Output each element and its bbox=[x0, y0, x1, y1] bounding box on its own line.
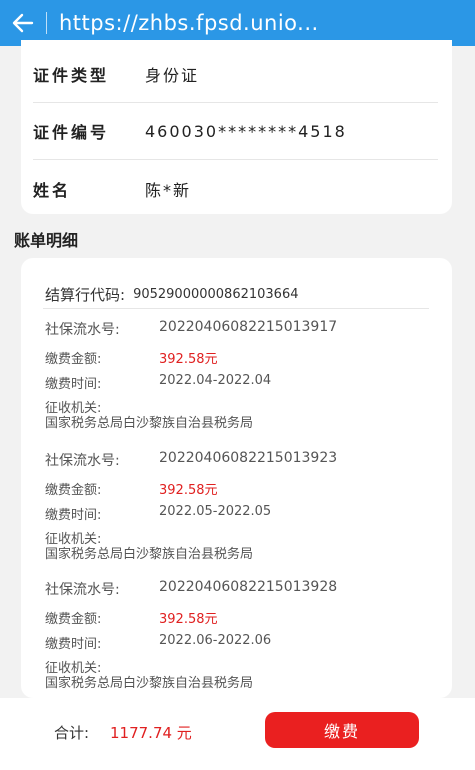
period-label: 缴费时间: bbox=[45, 508, 102, 523]
serial-value: 20220406082215013923 bbox=[159, 450, 338, 466]
doc-number-row: 证件编号 460030********4518 bbox=[33, 103, 438, 160]
amount-label: 缴费金额: bbox=[45, 352, 102, 367]
org-label: 征收机关: bbox=[45, 532, 102, 547]
toolbar-divider bbox=[46, 12, 47, 34]
amount-row: 缴费金额: 392.58元 bbox=[45, 479, 435, 498]
org-label: 征收机关: bbox=[45, 661, 102, 676]
org-value: 国家税务总局白沙黎族自治县税务局 bbox=[45, 416, 254, 431]
divider bbox=[43, 308, 429, 309]
settlement-code-row: 结算行代码: 90529000000862103664 bbox=[45, 284, 298, 305]
period-label: 缴费时间: bbox=[45, 377, 102, 392]
bill-record: 社保流水号: 20220406082215013917 缴费金额: 392.58… bbox=[45, 319, 435, 432]
amount-value: 392.58元 bbox=[159, 483, 218, 498]
period-row: 缴费时间: 2022.05-2022.05 bbox=[45, 504, 435, 523]
total-value: 1177.74 元 bbox=[110, 724, 192, 742]
amount-row: 缴费金额: 392.58元 bbox=[45, 348, 435, 367]
period-label: 缴费时间: bbox=[45, 637, 102, 652]
period-value: 2022.04-2022.04 bbox=[159, 373, 272, 388]
serial-value: 20220406082215013917 bbox=[159, 319, 338, 335]
period-row: 缴费时间: 2022.06-2022.06 bbox=[45, 633, 435, 652]
amount-row: 缴费金额: 392.58元 bbox=[45, 608, 435, 627]
bill-record: 社保流水号: 20220406082215013923 缴费金额: 392.58… bbox=[45, 450, 435, 563]
serial-label: 社保流水号: bbox=[45, 582, 120, 598]
org-label: 征收机关: bbox=[45, 401, 102, 416]
doc-type-value: 身份证 bbox=[145, 66, 200, 85]
amount-label: 缴费金额: bbox=[45, 612, 102, 627]
identity-card: 证件类型 身份证 证件编号 460030********4518 姓名 陈*新 bbox=[21, 40, 452, 214]
period-value: 2022.05-2022.05 bbox=[159, 504, 272, 519]
bill-card: 结算行代码: 90529000000862103664 社保流水号: 20220… bbox=[21, 258, 452, 698]
amount-value: 392.58元 bbox=[159, 352, 218, 367]
org-value: 国家税务总局白沙黎族自治县税务局 bbox=[45, 547, 254, 562]
name-row: 姓名 陈*新 bbox=[33, 160, 438, 217]
doc-type-label: 证件类型 bbox=[33, 66, 110, 85]
org-value: 国家税务总局白沙黎族自治县税务局 bbox=[45, 676, 254, 691]
arrow-left-icon bbox=[12, 13, 34, 33]
bill-section-title: 账单明细 bbox=[14, 231, 79, 250]
serial-row: 社保流水号: 20220406082215013917 bbox=[45, 319, 435, 339]
amount-label: 缴费金额: bbox=[45, 483, 102, 498]
bill-record: 社保流水号: 20220406082215013928 缴费金额: 392.58… bbox=[45, 579, 435, 692]
pay-button[interactable]: 缴费 bbox=[265, 712, 419, 748]
serial-label: 社保流水号: bbox=[45, 453, 120, 469]
serial-label: 社保流水号: bbox=[45, 322, 120, 338]
doc-type-row: 证件类型 身份证 bbox=[33, 46, 438, 103]
name-label: 姓名 bbox=[33, 180, 72, 200]
total-label: 合计: bbox=[54, 724, 90, 742]
bottom-bar: 合计: 1177.74 元 缴费 bbox=[0, 698, 475, 770]
period-row: 缴费时间: 2022.04-2022.04 bbox=[45, 373, 435, 392]
doc-number-value: 460030********4518 bbox=[145, 121, 347, 141]
serial-value: 20220406082215013928 bbox=[159, 579, 338, 595]
serial-row: 社保流水号: 20220406082215013928 bbox=[45, 579, 435, 599]
serial-row: 社保流水号: 20220406082215013923 bbox=[45, 450, 435, 470]
period-value: 2022.06-2022.06 bbox=[159, 633, 272, 648]
settlement-code-value: 90529000000862103664 bbox=[133, 287, 299, 302]
name-value: 陈*新 bbox=[145, 180, 192, 200]
settlement-code-label: 结算行代码: bbox=[45, 286, 126, 304]
amount-value: 392.58元 bbox=[159, 612, 218, 627]
url-text[interactable]: https://zhbs.fpsd.unio... bbox=[59, 11, 319, 35]
doc-number-label: 证件编号 bbox=[33, 123, 110, 142]
